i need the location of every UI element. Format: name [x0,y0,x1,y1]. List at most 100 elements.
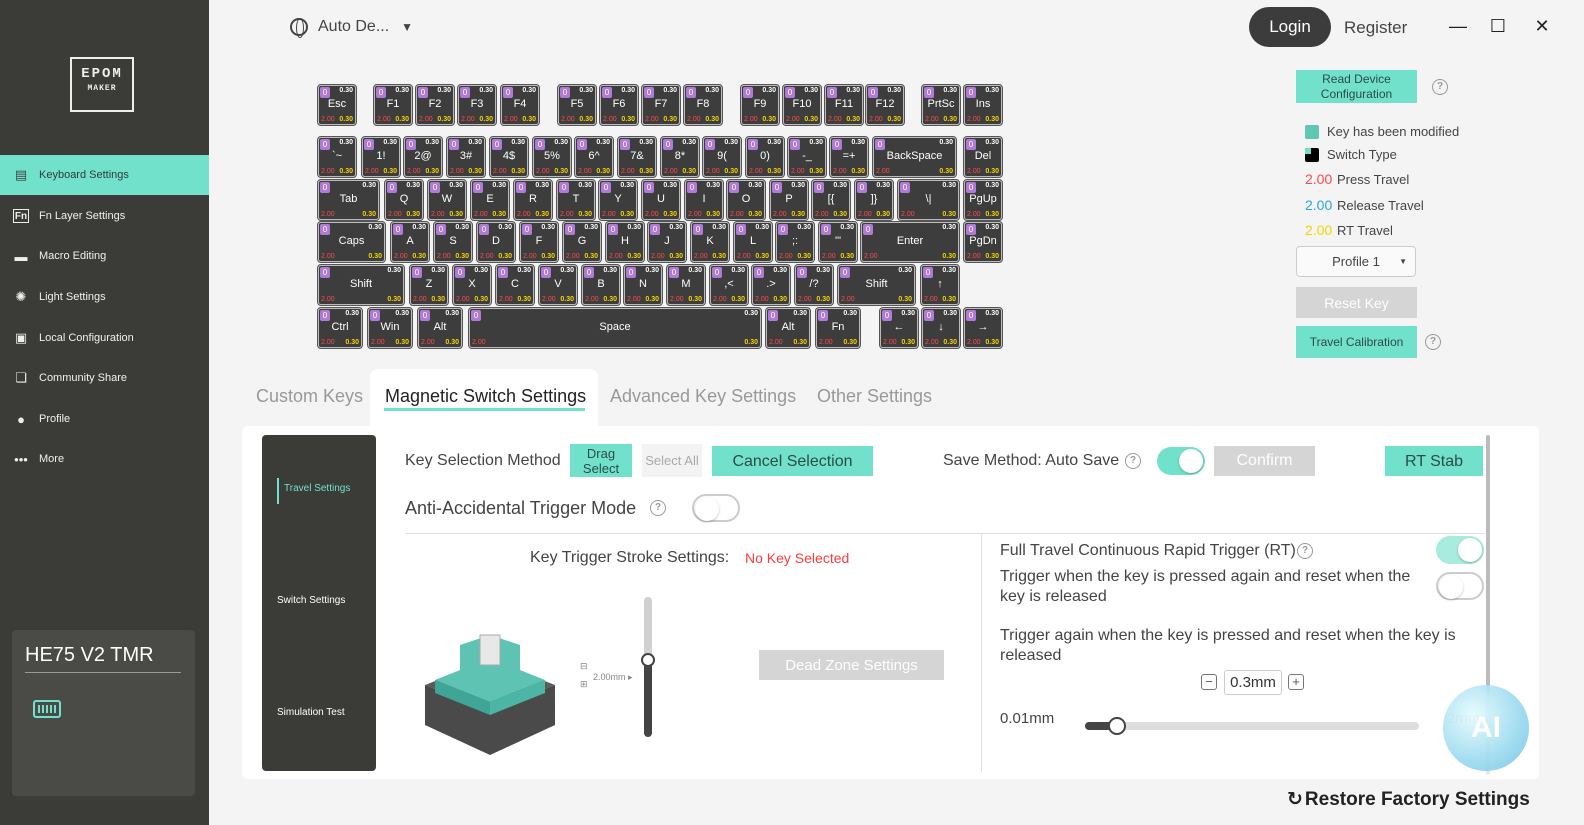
key[interactable]: 0 0.30 F8 2.00 0.30 [683,84,723,126]
subnav-simulation-test[interactable]: Simulation Test [277,707,345,718]
sidebar-item-light-settings[interactable]: ✺ Light Settings [0,277,209,317]
key[interactable]: 0 0.30 Ins 2.00 0.30 [963,84,1003,126]
plus-icon[interactable]: ⊞ [580,679,588,690]
rt-value-input[interactable]: 0.3mm [1224,670,1282,695]
key[interactable]: 0 0.30 Caps 2.00 0.30 [317,221,386,263]
tab-other-settings[interactable]: Other Settings [817,386,932,407]
travel-calibration-button[interactable]: Travel Calibration [1296,326,1417,358]
subnav-travel-settings[interactable]: Travel Settings [284,483,350,494]
key[interactable]: 0 0.30 7& 2.00 0.30 [617,136,657,178]
key[interactable]: 0 0.30 4$ 2.00 0.30 [489,136,529,178]
full-travel-rt-toggle[interactable] [1436,536,1484,564]
sidebar-item-fn-layer[interactable]: Fn Fn Layer Settings [0,196,209,236]
key[interactable]: 0 0.30 U 2.00 0.30 [641,179,681,221]
sidebar-item-more[interactable]: ••• More [0,439,209,479]
key[interactable]: 0 0.30 W 2.00 0.30 [427,179,467,221]
key[interactable]: 0 0.30 ↓ 2.00 0.30 [921,307,961,349]
key[interactable]: 0 0.30 H 2.00 0.30 [605,221,645,263]
key[interactable]: 0 0.30 ,< 2.00 0.30 [709,264,749,306]
key[interactable]: 0 0.30;: 2.00 0.30 [775,221,815,263]
ai-assistant-button[interactable]: AI [1443,685,1529,771]
cancel-selection-button[interactable]: Cancel Selection [712,446,873,476]
sidebar-item-keyboard-settings[interactable]: ▤ Keyboard Settings [0,155,209,195]
key[interactable]: 0 0.30 Enter 2.00 0.30 [860,221,960,263]
key[interactable]: 0 0.30 PgDn 2.00 0.30 [963,221,1003,263]
sidebar-item-profile[interactable]: ● Profile [0,399,209,439]
key[interactable]: 0 0.30 1! 2.00 0.30 [361,136,401,178]
register-link[interactable]: Register [1344,18,1407,38]
travel-slider-thumb[interactable] [641,653,655,667]
key[interactable]: 0 0.30 X 2.00 0.30 [452,264,492,306]
key[interactable]: 0 0.30 2@ 2.00 0.30 [403,136,443,178]
key[interactable]: 0 0.30 F12 2.00 0.30 [865,84,905,126]
key[interactable]: 0 0.30 F 2.00 0.30 [519,221,559,263]
key[interactable]: 0 0.30 N 2.00 0.30 [623,264,663,306]
key[interactable]: 0 0.30 C 2.00 0.30 [495,264,535,306]
key[interactable]: 0 0.30 F9 2.00 0.30 [740,84,780,126]
key[interactable]: 0 0.30 Shift 2.00 0.30 [837,264,916,306]
key[interactable]: 0 0.30 5% 2.00 0.30 [532,136,572,178]
key[interactable]: 0 0.30 .> 2.00 0.30 [751,264,791,306]
key[interactable]: 0 0.30 Esc 2.00 0.30 [317,84,357,126]
travel-slider-track[interactable] [641,597,655,737]
key[interactable]: 0 0.30 R 2.00 0.30 [513,179,553,221]
key[interactable]: 0 0.30 F11 2.00 0.30 [824,84,864,126]
key[interactable]: 0 0.30 Z 2.00 0.30 [409,264,449,306]
sidebar-item-community-share[interactable]: ❏ Community Share [0,358,209,398]
key[interactable]: 0 0.30 F3 2.00 0.30 [457,84,497,126]
key[interactable]: 0 0.30 Tab 2.00 0.30 [317,179,380,221]
key[interactable]: 0 0.30 F6 2.00 0.30 [599,84,639,126]
key[interactable]: 0 0.30 F4 2.00 0.30 [500,84,540,126]
language-select[interactable]: Auto De... ▼ [290,18,413,38]
help-icon[interactable]: ? [1125,453,1141,469]
select-all-button[interactable]: Select All [642,444,702,477]
key[interactable]: 0 0.30 Del 2.00 0.30 [963,136,1003,178]
key[interactable]: 0 0.30 I 2.00 0.30 [684,179,724,221]
help-icon[interactable]: ? [1425,334,1441,350]
key[interactable]: 0 0.30 Shift 2.00 0.30 [317,264,405,306]
help-icon[interactable]: ? [1297,543,1313,559]
key[interactable]: 0 0.30 L 2.00 0.30 [733,221,773,263]
tab-magnetic-switch-settings[interactable]: Magnetic Switch Settings [385,386,586,407]
key[interactable]: 0 0.30 8* 2.00 0.30 [660,136,700,178]
key[interactable]: 0 0.30 S 2.00 0.30 [433,221,473,263]
rt-slider-track[interactable] [1085,717,1419,735]
key[interactable]: 0 0.30 P 2.00 0.30 [769,179,809,221]
tab-advanced-key-settings[interactable]: Advanced Key Settings [610,386,796,407]
close-icon[interactable]: ✕ [1530,14,1554,38]
key[interactable]: 0 0.30 F1 2.00 0.30 [373,84,413,126]
minus-icon[interactable]: ⊟ [580,661,588,672]
key[interactable]: 0 0.30 Alt 2.00 0.30 [765,307,811,349]
tab-custom-keys[interactable]: Custom Keys [256,386,363,407]
help-icon[interactable]: ? [1432,79,1448,95]
key[interactable]: 0 0.30 =+ 2.00 0.30 [829,136,869,178]
key[interactable]: 0 0.30 O 2.00 0.30 [726,179,766,221]
key[interactable]: 0 0.30 Space 2.00 0.30 [468,307,762,349]
key[interactable]: 0 0.30 \| 2.00 0.30 [897,179,960,221]
key[interactable]: 0 0.30 3# 2.00 0.30 [446,136,486,178]
read-device-config-button[interactable]: Read Device Configuration [1296,70,1417,103]
confirm-button[interactable]: Confirm [1214,446,1315,476]
login-button[interactable]: Login [1249,7,1331,47]
sidebar-item-macro-editing[interactable]: ▬ Macro Editing [0,236,209,276]
restore-factory-button[interactable]: ↻ Restore Factory Settings [1287,788,1530,811]
key[interactable]: 0 0.30 /? 2.00 0.30 [794,264,834,306]
key[interactable]: 0 0.30 F5 2.00 0.30 [557,84,597,126]
trigger-reset-toggle[interactable] [1436,572,1484,600]
key[interactable]: 0 0.30 F10 2.00 0.30 [782,84,822,126]
key[interactable]: 0 0.30 Fn 2.00 0.30 [815,307,861,349]
key[interactable]: 0 0.30 ← 2.00 0.30 [879,307,919,349]
key[interactable]: 0 0.30 G 2.00 0.30 [562,221,602,263]
sidebar-item-local-configuration[interactable]: ▣ Local Configuration [0,318,209,358]
key[interactable]: 0 0.30 → 2.00 0.30 [963,307,1003,349]
key[interactable]: 0 0.30 V 2.00 0.30 [538,264,578,306]
key[interactable]: 0 0.30 Y 2.00 0.30 [598,179,638,221]
key[interactable]: 0 0.30 Alt 2.00 0.30 [417,307,463,349]
anti-trigger-toggle[interactable] [692,494,740,522]
key[interactable]: 0 0.30 -_ 2.00 0.30 [787,136,827,178]
dead-zone-settings-button[interactable]: Dead Zone Settings [759,650,944,680]
key[interactable]: 0 0.30]} 2.00 0.30 [854,179,894,221]
key[interactable]: 0 0.30 PrtSc 2.00 0.30 [921,84,961,126]
drag-select-button[interactable]: Drag Select [570,444,632,477]
key[interactable]: 0 0.30 J 2.00 0.30 [647,221,687,263]
